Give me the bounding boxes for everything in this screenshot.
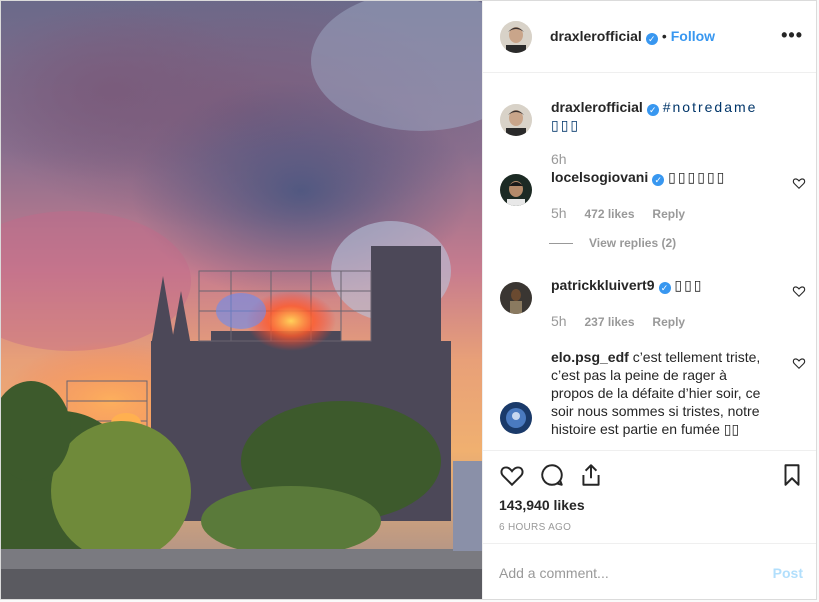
follow-button[interactable]: Follow xyxy=(671,28,715,44)
more-options-icon[interactable]: ••• xyxy=(781,25,803,46)
view-replies-label: View replies (2) xyxy=(589,236,677,250)
avatar[interactable] xyxy=(500,402,532,434)
verified-badge-icon: ✓ xyxy=(658,282,671,294)
avatar-icon xyxy=(500,104,532,136)
caption-username[interactable]: draxlerofficial xyxy=(551,99,643,115)
comments-list[interactable]: draxlerofficial ✓ #notredame ▯▯▯ 6h loce… xyxy=(483,74,816,450)
caption-age[interactable]: 6h xyxy=(551,150,771,168)
avatar[interactable] xyxy=(500,20,532,53)
verified-badge-icon: ✓ xyxy=(645,32,658,45)
post-timestamp[interactable]: 6 HOURS AGO xyxy=(499,522,571,533)
avatar-icon xyxy=(500,20,532,53)
comment-age[interactable]: 5h xyxy=(551,313,567,329)
post-username[interactable]: draxlerofficial xyxy=(550,28,642,44)
comment-body: patrickkluivert9 ✓ ▯▯▯ 5h 237 likes Reply xyxy=(551,276,771,331)
post-photo[interactable] xyxy=(1,1,482,599)
comment-likes[interactable]: 472 likes xyxy=(584,207,634,221)
avatar-icon xyxy=(500,402,532,434)
avatar[interactable] xyxy=(500,174,532,206)
comment-username[interactable]: elo.psg_edf xyxy=(551,349,629,365)
comment-body: elo.psg_edf c’est tellement triste, c’es… xyxy=(551,348,771,438)
post-details-panel: draxlerofficial ✓ • Follow ••• draxleroffic… xyxy=(482,1,816,599)
comment-likes[interactable]: 237 likes xyxy=(584,315,634,329)
view-replies-button[interactable]: View replies (2) xyxy=(549,236,676,250)
comment-username[interactable]: locelsogiovani xyxy=(551,169,648,185)
comment-age[interactable]: 5h xyxy=(551,205,567,221)
avatar-icon xyxy=(500,282,532,314)
post-header: draxlerofficial ✓ • Follow ••• xyxy=(483,1,816,73)
comment-meta: 5h 237 likes Reply xyxy=(551,312,771,331)
comment-icon[interactable] xyxy=(539,462,565,488)
comment-text: ▯▯▯▯▯▯ xyxy=(668,169,727,185)
avatar-icon xyxy=(500,174,532,206)
avatar[interactable] xyxy=(500,282,532,314)
avatar[interactable] xyxy=(500,104,532,136)
reply-button[interactable]: Reply xyxy=(652,207,685,221)
post-actions: 143,940 likes 6 HOURS AGO xyxy=(483,450,816,543)
heart-icon[interactable] xyxy=(792,356,806,370)
heart-icon[interactable] xyxy=(499,462,525,488)
share-icon[interactable] xyxy=(578,462,604,488)
add-comment-bar: Add a comment... Post xyxy=(483,543,816,599)
verified-badge-icon: ✓ xyxy=(646,104,659,116)
comment-meta: 5h 472 likes Reply xyxy=(551,204,771,223)
heart-icon[interactable] xyxy=(792,176,806,190)
comment-input[interactable]: Add a comment... xyxy=(499,565,609,581)
caption-body: draxlerofficial ✓ #notredame ▯▯▯ 6h xyxy=(551,98,771,168)
bookmark-icon[interactable] xyxy=(779,462,805,488)
divider xyxy=(549,242,573,244)
reply-button[interactable]: Reply xyxy=(652,315,685,329)
notre-dame-fire-image xyxy=(1,1,482,599)
separator: • xyxy=(661,27,667,44)
post-button[interactable]: Post xyxy=(773,565,803,581)
heart-icon[interactable] xyxy=(792,284,806,298)
comment-body: locelsogiovani ✓ ▯▯▯▯▯▯ 5h 472 likes Repl… xyxy=(551,168,771,223)
verified-badge-icon: ✓ xyxy=(652,174,665,186)
header-identity: draxlerofficial ✓ • Follow xyxy=(550,28,715,46)
comment-text: ▯▯▯ xyxy=(674,277,704,293)
post-modal: draxlerofficial ✓ • Follow ••• draxleroffic… xyxy=(0,0,817,600)
comment-username[interactable]: patrickkluivert9 xyxy=(551,277,655,293)
likes-count[interactable]: 143,940 likes xyxy=(499,497,585,513)
